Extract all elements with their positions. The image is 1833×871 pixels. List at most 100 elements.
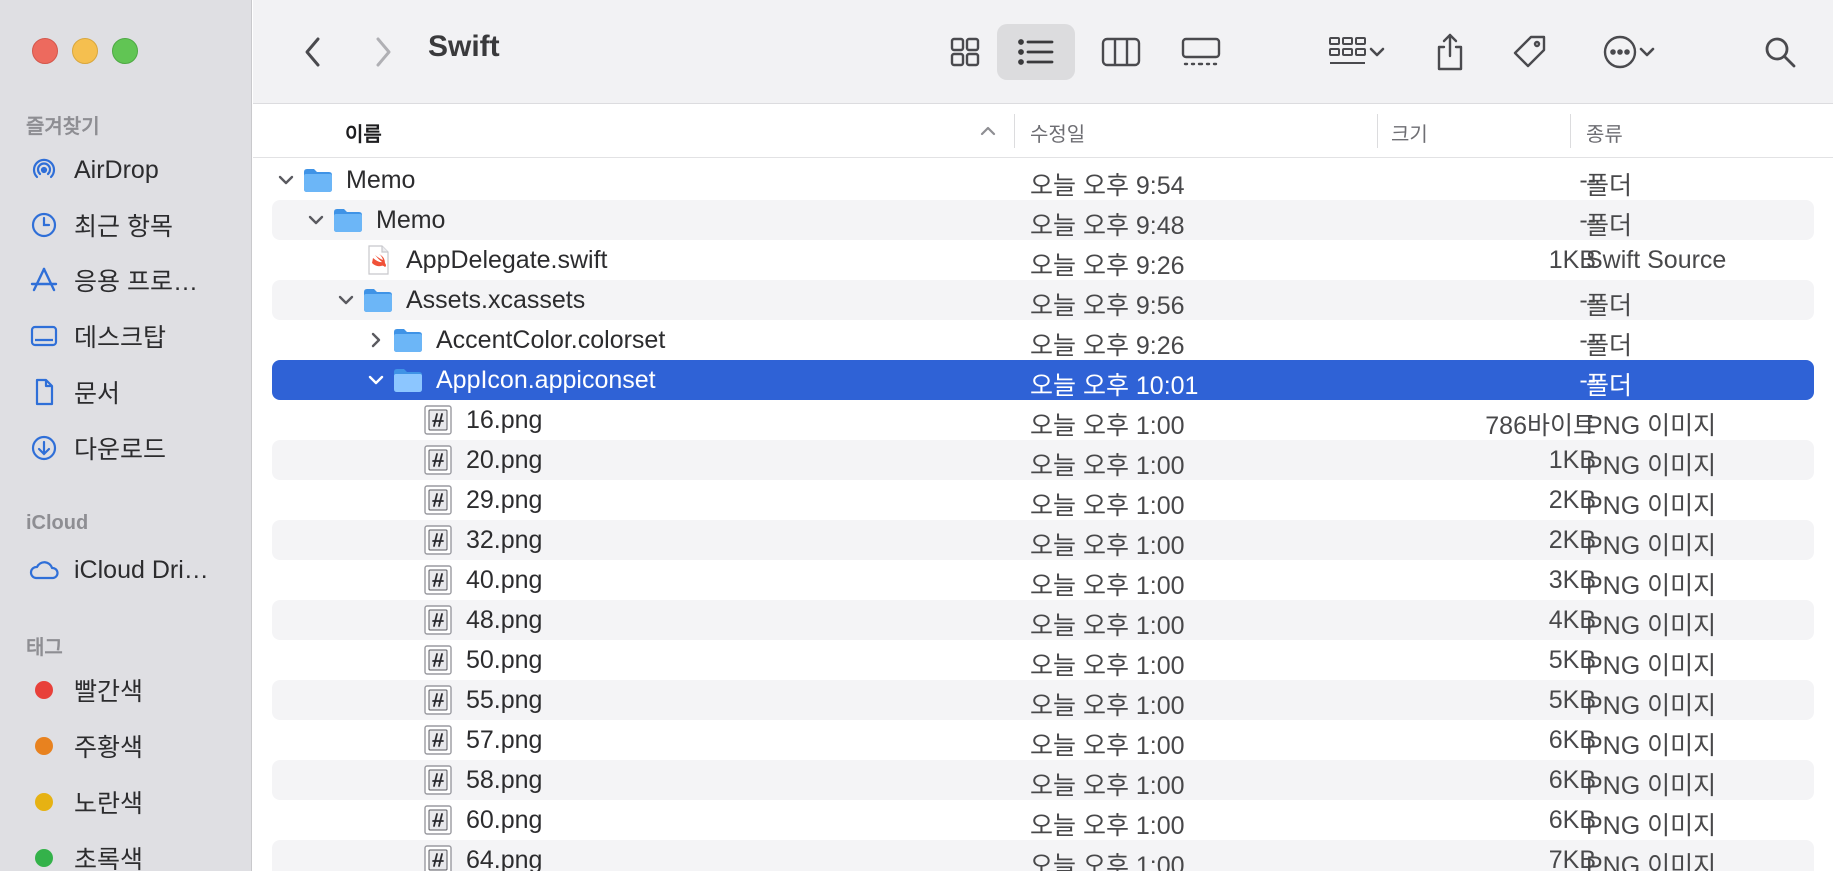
file-name: 29.png <box>466 486 543 514</box>
table-row[interactable]: 48.png 오늘 오후 1:00 4KB PNG 이미지 <box>272 600 1814 640</box>
disclosure-open-icon[interactable] <box>334 288 358 312</box>
download-icon <box>28 432 60 464</box>
gallery-view-button[interactable] <box>1165 24 1237 80</box>
sidebar-item-tag-red[interactable]: 빨간색 <box>28 670 143 710</box>
sidebar-item-icloud-drive[interactable]: iCloud Dri… <box>28 550 209 590</box>
file-kind: 폴더 <box>1586 332 1633 360</box>
columns-icon <box>1101 37 1141 67</box>
column-view-button[interactable] <box>1089 24 1153 80</box>
sidebar-section-favorites: 즐겨찾기 <box>26 116 100 138</box>
desktop-icon <box>28 320 60 352</box>
png-file-icon <box>422 644 454 676</box>
file-kind: PNG 이미지 <box>1586 532 1717 560</box>
file-modified: 오늘 오후 9:26 <box>1030 332 1185 360</box>
sidebar-item-applications[interactable]: 응용 프로… <box>28 260 198 300</box>
table-row[interactable]: 55.png 오늘 오후 1:00 5KB PNG 이미지 <box>272 680 1814 720</box>
table-row[interactable]: 64.png 오늘 오후 1:00 7KB PNG 이미지 <box>272 840 1814 871</box>
tag-dot-icon <box>28 842 60 871</box>
column-separator <box>1570 114 1571 148</box>
sidebar-item-label: 다운로드 <box>74 436 167 464</box>
zoom-window-button[interactable] <box>112 38 138 64</box>
table-row[interactable]: 40.png 오늘 오후 1:00 3KB PNG 이미지 <box>272 560 1814 600</box>
sidebar-item-label: 주황색 <box>74 734 144 762</box>
chevron-down-icon <box>1369 47 1385 57</box>
file-modified: 오늘 오후 1:00 <box>1030 772 1185 800</box>
back-button[interactable] <box>291 24 335 80</box>
column-modified[interactable]: 수정일 <box>1030 118 1085 147</box>
file-modified: 오늘 오후 9:54 <box>1030 172 1185 200</box>
file-name: 57.png <box>466 726 543 754</box>
tag-button[interactable] <box>1503 24 1557 80</box>
search-button[interactable] <box>1755 24 1805 80</box>
sidebar-item-tag-orange[interactable]: 주황색 <box>28 726 143 766</box>
more-actions-button[interactable] <box>1589 24 1669 80</box>
table-row[interactable]: Memo 오늘 오후 9:54 -- 폴더 <box>272 160 1814 200</box>
forward-button[interactable] <box>361 24 405 80</box>
gallery-icon <box>1181 37 1221 66</box>
sidebar-item-downloads[interactable]: 다운로드 <box>28 428 166 468</box>
minimize-window-button[interactable] <box>72 38 98 64</box>
folder-icon <box>302 164 334 196</box>
sidebar-item-tag-green[interactable]: 초록색 <box>28 838 143 871</box>
file-modified: 오늘 오후 1:00 <box>1030 732 1185 760</box>
file-name: 50.png <box>466 646 543 674</box>
green-dot-icon <box>35 849 53 867</box>
sidebar-item-label: 문서 <box>74 380 121 408</box>
file-modified: 오늘 오후 9:56 <box>1030 292 1185 320</box>
sort-ascending-icon[interactable] <box>979 124 997 138</box>
sidebar-section-tags: 태그 <box>26 637 63 659</box>
file-kind: PNG 이미지 <box>1586 652 1717 680</box>
sidebar-item-recents[interactable]: 최근 항목 <box>28 205 173 245</box>
column-kind[interactable]: 종류 <box>1586 118 1623 147</box>
table-row[interactable]: 58.png 오늘 오후 1:00 6KB PNG 이미지 <box>272 760 1814 800</box>
table-row[interactable]: Memo 오늘 오후 9:48 -- 폴더 <box>272 200 1814 240</box>
list-icon <box>1018 39 1054 65</box>
group-menu-button[interactable] <box>1317 24 1397 80</box>
close-window-button[interactable] <box>32 38 58 64</box>
png-file-icon <box>422 604 454 636</box>
swift-file-icon <box>362 244 394 276</box>
png-file-icon <box>422 764 454 796</box>
png-file-icon <box>422 564 454 596</box>
table-row[interactable]: AppDelegate.swift 오늘 오후 9:26 1KB Swift Sour… <box>272 240 1814 280</box>
sidebar-item-tag-yellow[interactable]: 노란색 <box>28 782 143 822</box>
file-modified: 오늘 오후 1:00 <box>1030 652 1185 680</box>
table-row-selected[interactable]: AppIcon.appiconset 오늘 오후 10:01 -- 폴더 <box>272 360 1814 400</box>
disclosure-open-icon[interactable] <box>274 168 298 192</box>
file-name: AppIcon.appiconset <box>436 366 656 394</box>
file-name: 16.png <box>466 406 543 434</box>
file-modified: 오늘 오후 1:00 <box>1030 812 1185 840</box>
disclosure-open-icon[interactable] <box>304 208 328 232</box>
disclosure-closed-icon[interactable] <box>364 328 388 352</box>
table-row[interactable]: 29.png 오늘 오후 1:00 2KB PNG 이미지 <box>272 480 1814 520</box>
share-button[interactable] <box>1425 24 1475 80</box>
tag-dot-icon <box>28 786 60 818</box>
table-row[interactable]: 60.png 오늘 오후 1:00 6KB PNG 이미지 <box>272 800 1814 840</box>
file-kind: PNG 이미지 <box>1586 612 1717 640</box>
table-row[interactable]: Assets.xcassets 오늘 오후 9:56 -- 폴더 <box>272 280 1814 320</box>
table-row[interactable]: 20.png 오늘 오후 1:00 1KB PNG 이미지 <box>272 440 1814 480</box>
ellipsis-circle-icon <box>1603 35 1637 69</box>
table-row[interactable]: 57.png 오늘 오후 1:00 6KB PNG 이미지 <box>272 720 1814 760</box>
column-size[interactable]: 크기 <box>1391 118 1428 147</box>
file-kind: PNG 이미지 <box>1586 732 1717 760</box>
sidebar-item-label: iCloud Dri… <box>74 555 209 584</box>
folder-icon <box>392 324 424 356</box>
sidebar-item-desktop[interactable]: 데스크탑 <box>28 316 166 356</box>
file-name: Assets.xcassets <box>406 286 586 314</box>
column-name[interactable]: 이름 <box>345 118 382 147</box>
file-name: 64.png <box>466 846 543 871</box>
table-row[interactable]: AccentColor.colorset 오늘 오후 9:26 -- 폴더 <box>272 320 1814 360</box>
table-row[interactable]: 32.png 오늘 오후 1:00 2KB PNG 이미지 <box>272 520 1814 560</box>
sidebar-item-label: 빨간색 <box>74 678 144 706</box>
sidebar-item-airdrop[interactable]: AirDrop <box>28 150 159 190</box>
file-kind: PNG 이미지 <box>1586 492 1717 520</box>
table-row[interactable]: 50.png 오늘 오후 1:00 5KB PNG 이미지 <box>272 640 1814 680</box>
list-view-button[interactable] <box>997 24 1075 80</box>
sidebar-item-label: AirDrop <box>74 155 159 184</box>
share-icon <box>1437 33 1463 71</box>
sidebar-item-documents[interactable]: 문서 <box>28 372 120 412</box>
table-row[interactable]: 16.png 오늘 오후 1:00 786바이트 PNG 이미지 <box>272 400 1814 440</box>
icon-view-button[interactable] <box>933 24 997 80</box>
disclosure-open-icon[interactable] <box>364 368 388 392</box>
